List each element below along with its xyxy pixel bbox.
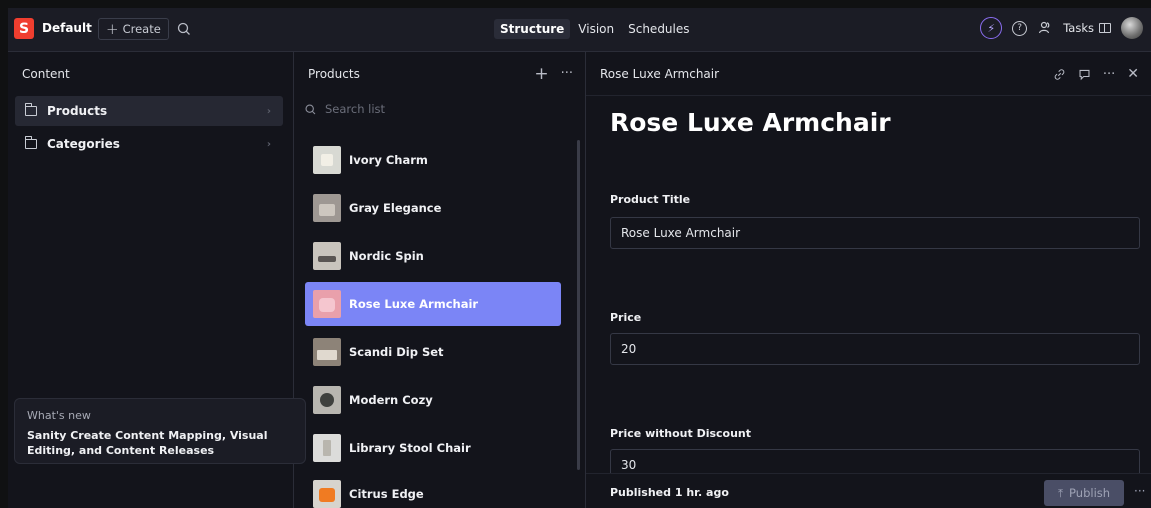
plus-icon: +: [106, 20, 119, 38]
top-right-actions: ⚡ ? Tasks: [980, 17, 1143, 39]
list-scrollbar[interactable]: [577, 140, 580, 470]
folder-icon: [24, 103, 37, 116]
content-pane-header: Content: [8, 52, 293, 96]
list-item-rose-luxe-armchair[interactable]: Rose Luxe Armchair: [305, 282, 561, 326]
close-icon[interactable]: ✕: [1127, 66, 1139, 82]
search-icon: [305, 103, 316, 114]
field-label-price: Price: [610, 311, 642, 324]
list-item-nordic-spin[interactable]: Nordic Spin: [305, 234, 561, 278]
product-thumbnail: [313, 290, 341, 318]
products-pane-title: Products: [308, 67, 360, 81]
product-thumbnail: [313, 194, 341, 222]
more-menu-icon[interactable]: ···: [1103, 67, 1115, 82]
list-item-citrus-edge[interactable]: Citrus Edge: [305, 472, 561, 508]
list-item-modern-cozy[interactable]: Modern Cozy: [305, 378, 561, 422]
document-footer: Published 1 hr. ago ⤒ Publish ···: [586, 473, 1151, 508]
list-item-label: Citrus Edge: [349, 487, 424, 501]
more-menu-icon[interactable]: ···: [1134, 484, 1145, 498]
chevron-right-icon: ›: [266, 105, 271, 117]
field-label-price-without-discount: Price without Discount: [610, 427, 752, 440]
publish-status: Published 1 hr. ago: [610, 486, 729, 499]
products-pane-header: Products + ···: [294, 52, 585, 96]
publish-button[interactable]: ⤒ Publish: [1044, 480, 1124, 506]
tasks-label: Tasks: [1063, 21, 1094, 35]
sidebar-item-categories[interactable]: Categories ›: [15, 129, 283, 159]
list-item-label: Scandi Dip Set: [349, 345, 444, 359]
avatar[interactable]: [1121, 17, 1143, 39]
bolt-icon[interactable]: ⚡: [980, 17, 1003, 39]
publish-label: Publish: [1069, 486, 1111, 500]
whats-new-title: What's new: [27, 409, 91, 422]
product-thumbnail: [313, 386, 341, 414]
list-item-label: Modern Cozy: [349, 393, 433, 407]
product-thumbnail: [313, 242, 341, 270]
sidebar-item-products[interactable]: Products ›: [15, 96, 283, 126]
more-menu-icon[interactable]: ···: [561, 66, 573, 81]
product-thumbnail: [313, 146, 341, 174]
document-header-title: Rose Luxe Armchair: [600, 66, 720, 81]
comment-icon[interactable]: [1078, 68, 1091, 81]
tab-schedules[interactable]: Schedules: [622, 19, 695, 39]
list-item-label: Rose Luxe Armchair: [349, 297, 479, 311]
studio-window: S Default + Create Structure Vision Sche…: [8, 8, 1151, 508]
sanity-logo[interactable]: S: [14, 18, 34, 39]
add-document-icon[interactable]: +: [534, 65, 548, 82]
list-item-gray-elegance[interactable]: Gray Elegance: [305, 186, 561, 230]
panel-icon: [1099, 23, 1111, 33]
top-navigation: Structure Vision Schedules: [494, 19, 696, 39]
link-icon[interactable]: [1053, 68, 1066, 81]
tasks-button[interactable]: Tasks: [1063, 21, 1111, 35]
search-icon[interactable]: [176, 21, 192, 37]
search-input[interactable]: Search list: [325, 102, 385, 116]
folder-icon: [24, 136, 37, 149]
field-label-product-title: Product Title: [610, 193, 691, 206]
list-item-scandi-dip-set[interactable]: Scandi Dip Set: [305, 330, 561, 374]
chevron-right-icon: ›: [266, 138, 271, 150]
list-item-label: Gray Elegance: [349, 201, 442, 215]
product-thumbnail: [313, 434, 341, 462]
products-pane: Products + ··· Search list Ivory Charm G…: [294, 52, 586, 508]
product-thumbnail: [313, 480, 341, 508]
create-label: Create: [122, 22, 161, 36]
people-icon[interactable]: [1037, 20, 1053, 36]
list-item-ivory-charm[interactable]: Ivory Charm: [305, 138, 561, 182]
tab-vision[interactable]: Vision: [572, 19, 620, 39]
document-pane: Rose Luxe Armchair ··· ✕ Rose Luxe Armch…: [586, 52, 1151, 508]
document-pane-header: Rose Luxe Armchair ··· ✕: [586, 52, 1151, 96]
workspace-name[interactable]: Default: [42, 21, 92, 35]
document-pane-actions: ··· ✕: [1053, 66, 1139, 82]
list-search[interactable]: Search list: [304, 102, 385, 116]
list-item-label: Nordic Spin: [349, 249, 424, 263]
top-bar: S Default + Create Structure Vision Sche…: [8, 8, 1151, 52]
sidebar-item-label: Products: [47, 104, 108, 118]
help-icon[interactable]: ?: [1012, 20, 1028, 36]
list-item-library-stool-chair[interactable]: Library Stool Chair: [305, 426, 561, 470]
content-pane-title: Content: [22, 67, 70, 81]
price-input[interactable]: 20: [610, 333, 1140, 365]
whats-new-text: Sanity Create Content Mapping, Visual Ed…: [27, 429, 268, 457]
list-item-label: Library Stool Chair: [349, 441, 471, 455]
products-pane-actions: + ···: [534, 65, 573, 82]
publish-icon: ⤒: [1057, 485, 1064, 500]
product-title-input[interactable]: Rose Luxe Armchair: [610, 217, 1140, 249]
sidebar-item-label: Categories: [47, 137, 120, 151]
whats-new-card[interactable]: What's new Sanity Create Content Mapping…: [14, 398, 306, 464]
product-thumbnail: [313, 338, 341, 366]
tab-structure[interactable]: Structure: [494, 19, 571, 39]
document-title: Rose Luxe Armchair: [610, 108, 891, 137]
list-item-label: Ivory Charm: [349, 153, 428, 167]
create-button[interactable]: + Create: [98, 18, 169, 40]
